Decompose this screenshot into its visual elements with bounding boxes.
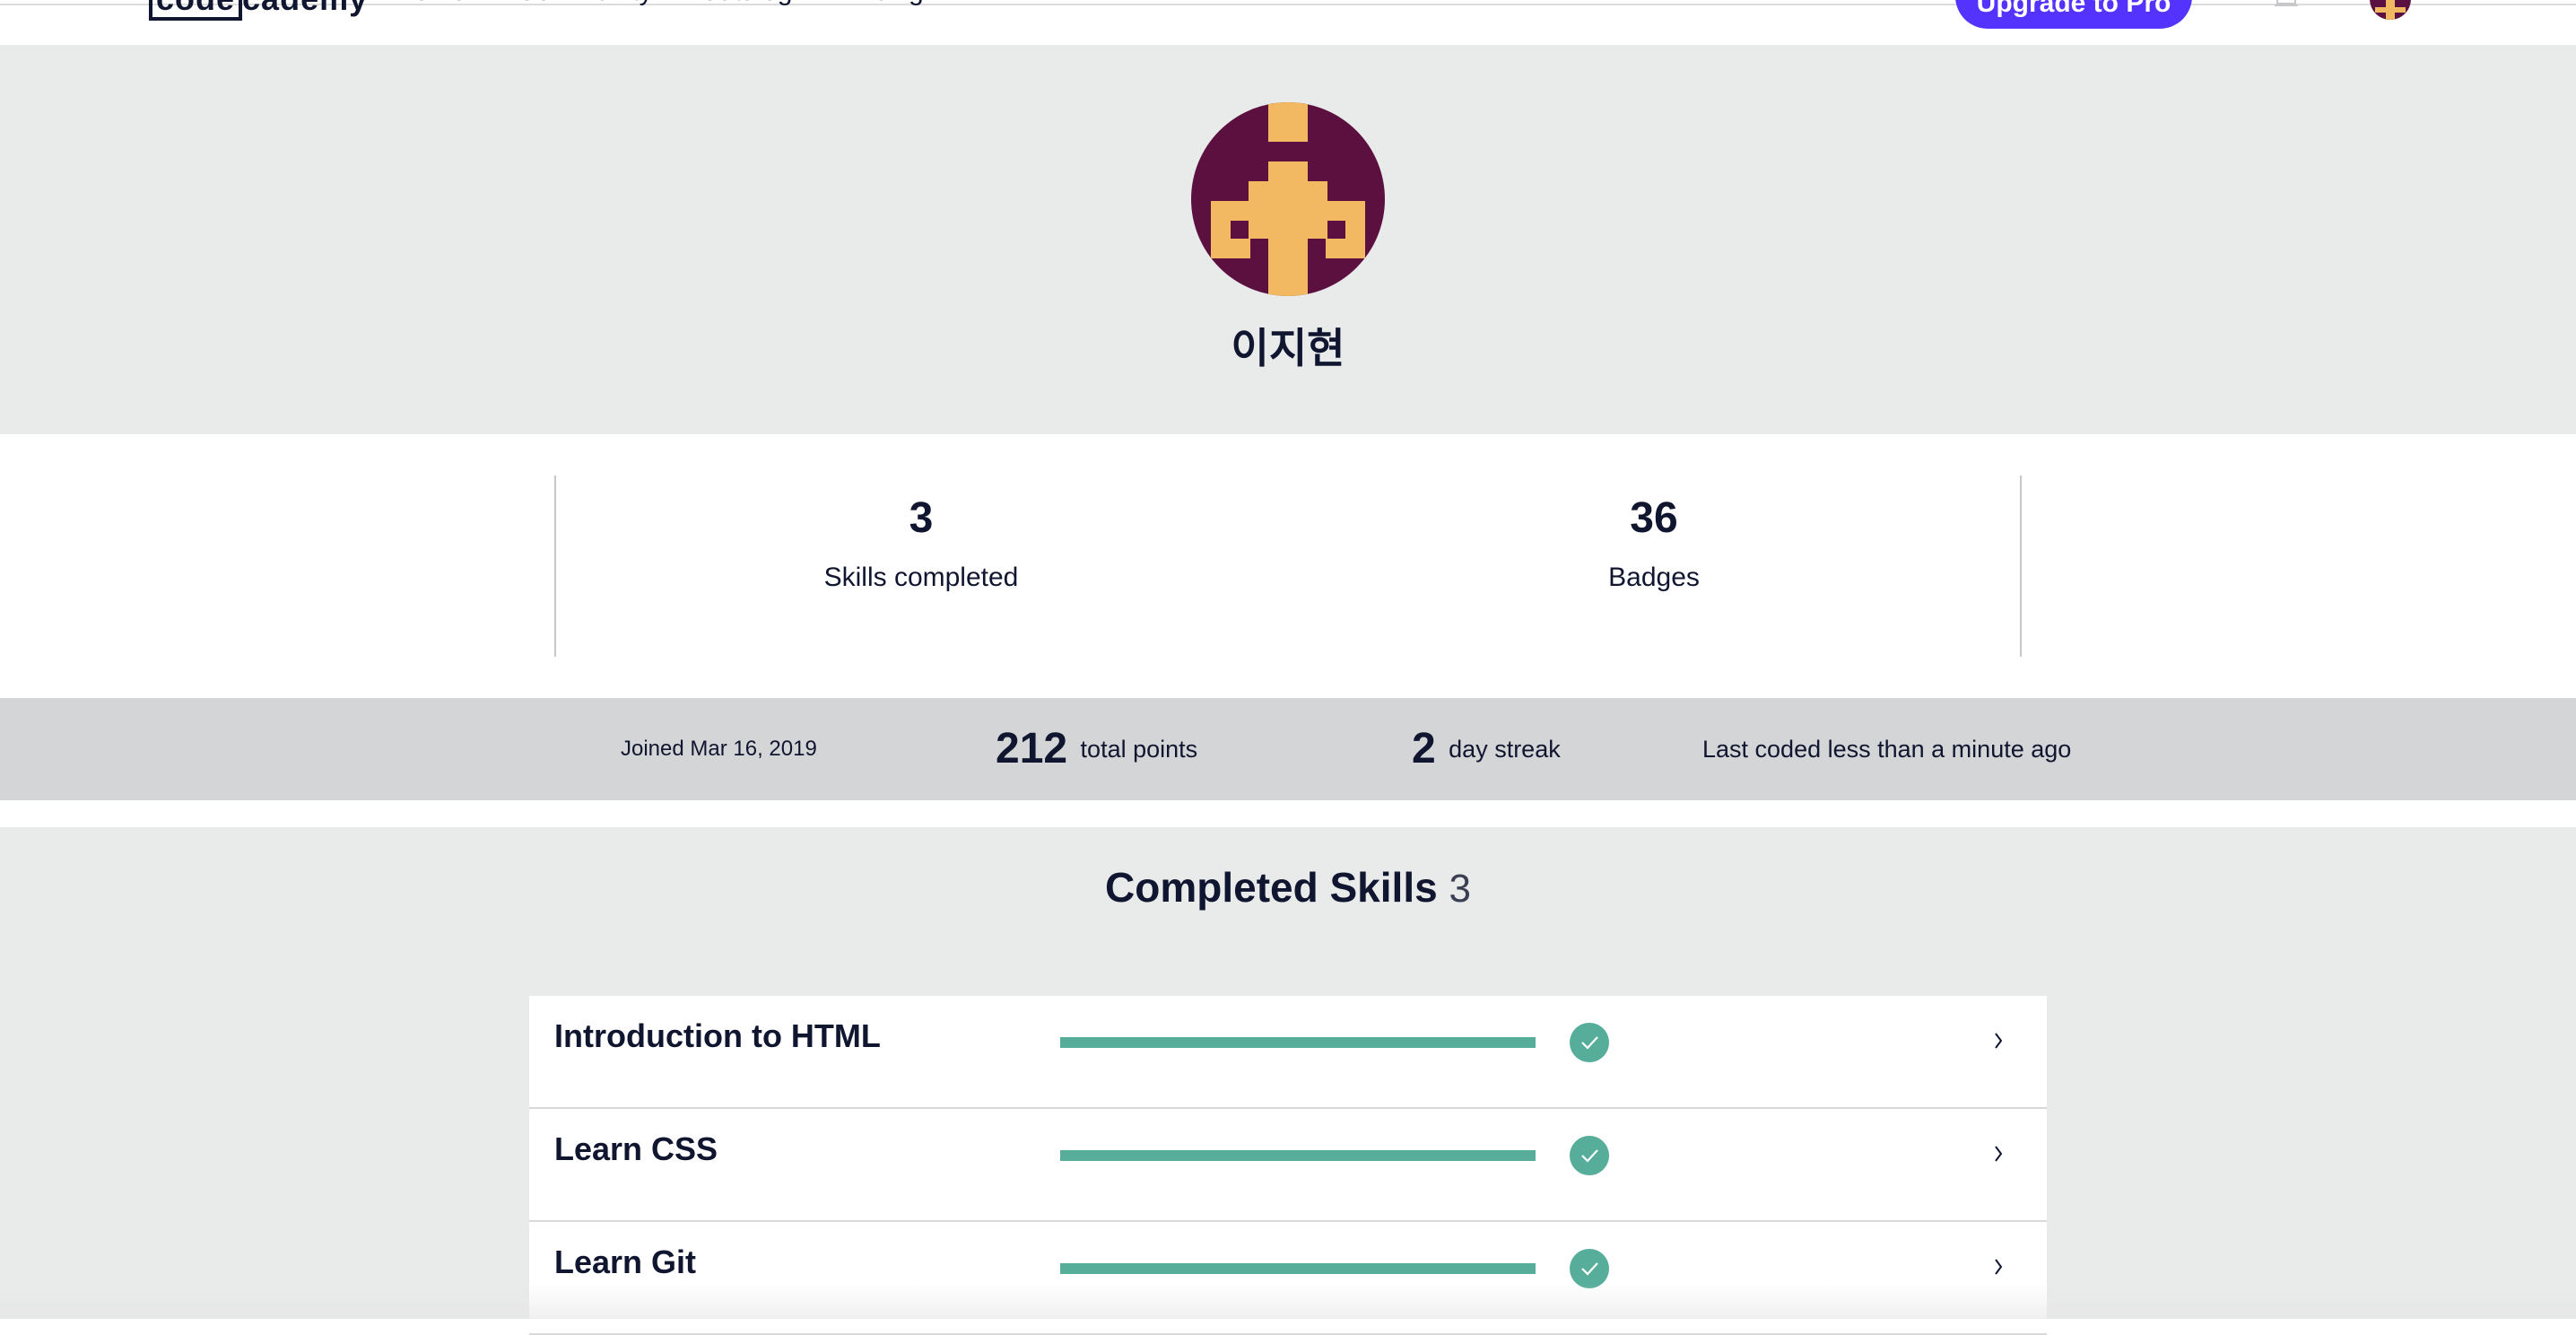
skill-progress-bar — [1060, 1263, 1536, 1274]
top-navigation: codecademy Home Community Catalog Pricin… — [0, 0, 2576, 47]
nav-link-community[interactable]: Community — [517, 0, 653, 7]
streak-value: 2 — [1412, 725, 1436, 772]
chevron-right-icon[interactable] — [1991, 1256, 2006, 1278]
chevron-right-icon[interactable] — [1991, 1030, 2006, 1051]
completed-skills-count: 3 — [1449, 867, 1471, 911]
nav-link-catalog[interactable]: Catalog — [700, 0, 792, 7]
nav-link-pricing[interactable]: Pricing — [841, 0, 924, 7]
profile-username: 이지현 — [1231, 325, 1345, 371]
stat-badges[interactable]: 36 Badges — [1385, 493, 1923, 593]
skill-name: Introduction to HTML — [554, 1017, 881, 1054]
skill-row[interactable]: Introduction to HTML — [529, 996, 2047, 1109]
stat-label: Skills completed — [823, 563, 1019, 592]
points-label: total points — [1080, 736, 1198, 763]
skill-progress-bar — [1060, 1150, 1536, 1161]
completed-skills-section: Completed Skills 3 Introduction to HTML … — [0, 827, 2576, 1335]
chevron-right-icon[interactable] — [1991, 1143, 2006, 1165]
bell-icon[interactable] — [2275, 0, 2298, 9]
bottom-fade — [0, 1283, 2576, 1319]
day-streak: 2 day streak — [1412, 698, 1561, 800]
skill-name: Learn Git — [554, 1243, 697, 1280]
stat-label: Badges — [1608, 563, 1700, 592]
joined-date: Joined Mar 16, 2019 — [621, 737, 817, 761]
activity-summary-bar: Joined Mar 16, 2019 212 total points 2 d… — [0, 698, 2576, 800]
skill-progress-bar — [1060, 1037, 1536, 1048]
profile-stats: 3 Skills completed 36 Badges — [0, 434, 2576, 698]
upgrade-to-pro-button[interactable]: Upgrade to Pro — [1955, 0, 2192, 29]
last-coded: Last coded less than a minute ago — [1702, 736, 2072, 763]
stat-value: 3 — [909, 494, 934, 542]
total-points: 212 total points — [996, 698, 1197, 800]
stat-skills-completed: 3 Skills completed — [652, 493, 1190, 593]
nav-link-home[interactable]: Home — [395, 0, 466, 7]
points-value: 212 — [996, 725, 1068, 772]
stats-divider-right — [2020, 476, 2022, 657]
check-icon — [1570, 1136, 1609, 1175]
stats-divider-left — [554, 476, 556, 657]
user-avatar-menu[interactable] — [2370, 0, 2411, 20]
stat-value: 36 — [1630, 494, 1678, 542]
profile-header: 이지현 — [0, 45, 2576, 434]
streak-label: day streak — [1449, 736, 1561, 763]
skill-row[interactable]: Learn CSS — [529, 1109, 2047, 1222]
skill-name: Learn CSS — [554, 1130, 718, 1167]
profile-avatar — [1191, 102, 1385, 296]
completed-skills-heading: Completed Skills 3 — [1105, 864, 1471, 911]
codecademy-logo[interactable]: codecademy — [149, 0, 368, 21]
check-icon — [1570, 1023, 1609, 1062]
